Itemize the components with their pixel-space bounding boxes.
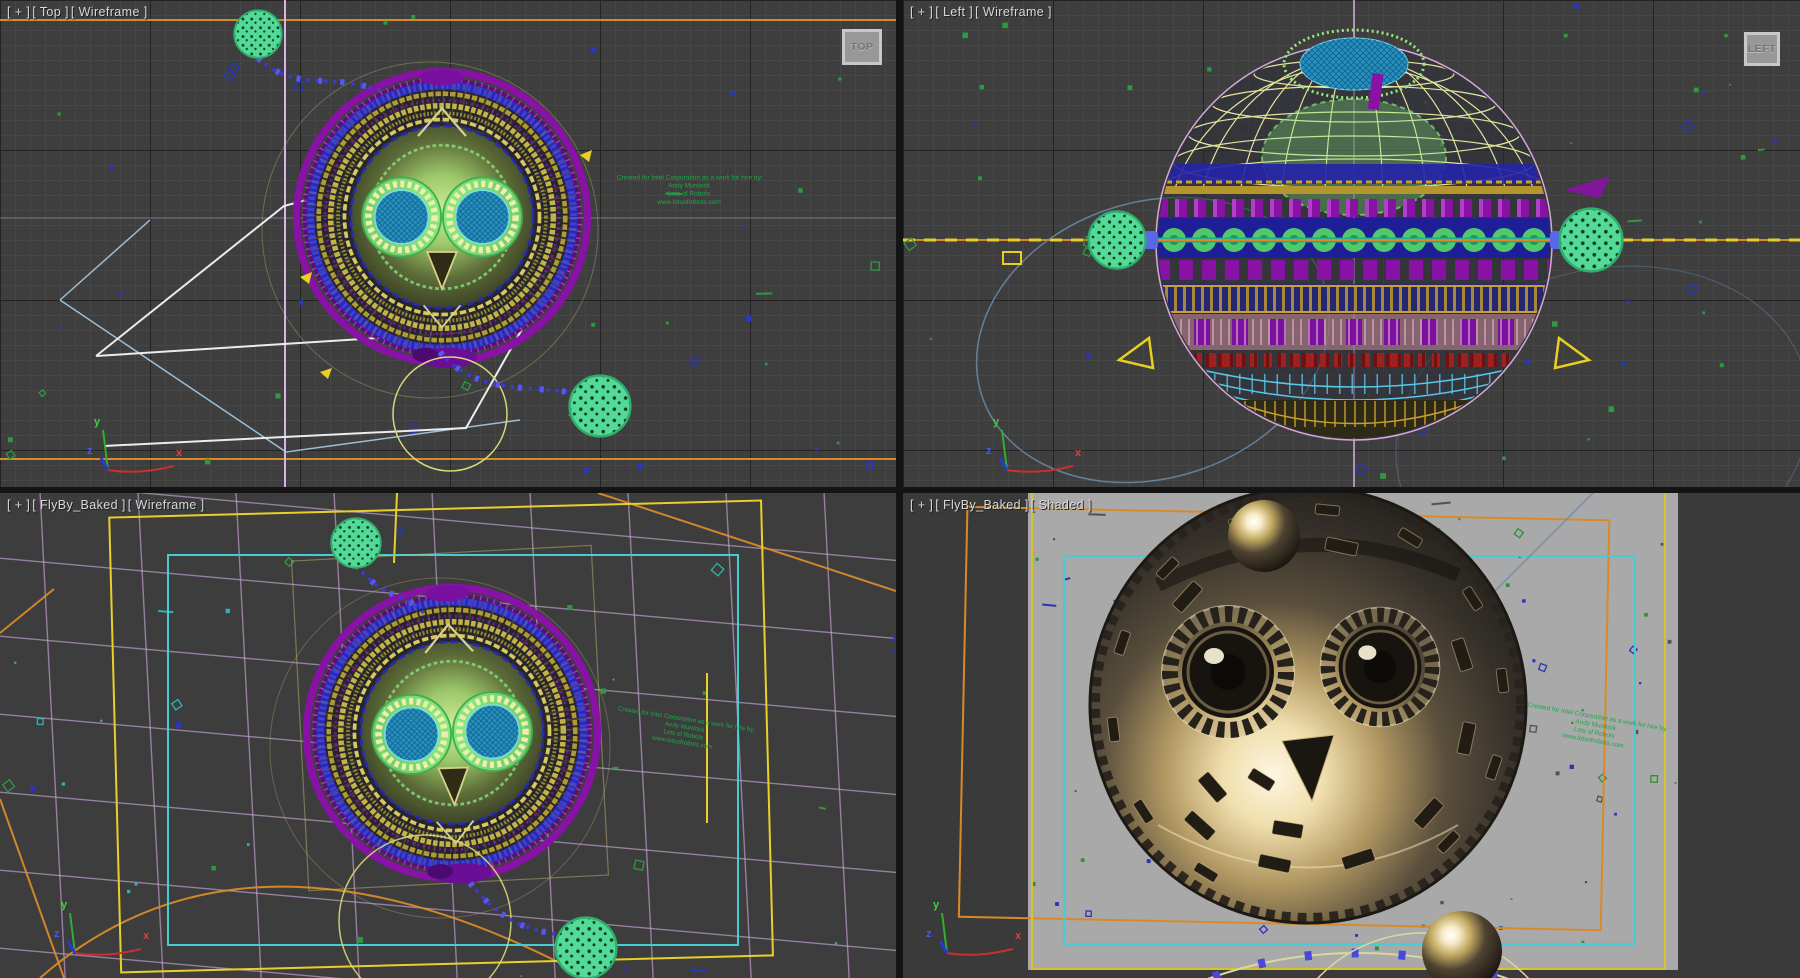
axis-label-z: z: [54, 929, 60, 940]
viewcube-face-label: LEFT: [1748, 43, 1776, 55]
axis-label-x: x: [1015, 931, 1021, 942]
axis-label-x: x: [1075, 448, 1081, 459]
owl-sphere-wireframe: [297, 69, 588, 368]
shiny-ball: [1228, 500, 1300, 572]
scene-left-view: [903, 0, 1800, 487]
world-axis-tripod: y z x: [88, 422, 200, 480]
viewport-grid: [ + ][ Top ][ Wireframe ] TOP Created fo…: [0, 0, 1800, 978]
axis-label-y: y: [993, 417, 999, 428]
owl-sphere-shaded: [1090, 493, 1526, 923]
viewport-menu-shading[interactable]: [ Shaded ]: [1031, 498, 1092, 512]
axis-label-y: y: [933, 900, 939, 911]
viewport-left-wireframe[interactable]: [ + ][ Left ][ Wireframe ] LEFT y z x: [903, 0, 1800, 487]
axis-label-y: y: [94, 417, 100, 428]
axis-tripod-lines: [987, 422, 1099, 480]
world-axis-tripod: y z x: [987, 422, 1099, 480]
viewcube[interactable]: LEFT: [1744, 32, 1780, 66]
green-ball: [570, 376, 631, 437]
axis-tripod-lines: [55, 905, 167, 963]
viewcube-face-label: TOP: [851, 41, 874, 53]
axis-label-y: y: [61, 900, 67, 911]
wireframe-sphere-side: [1119, 30, 1610, 461]
scene-top-view: [0, 0, 896, 487]
viewport-menu-shading[interactable]: [ Wireframe ]: [975, 5, 1052, 19]
axis-label-z: z: [926, 929, 932, 940]
world-axis-tripod: y z x: [927, 905, 1039, 963]
green-ball: [234, 10, 282, 58]
viewport-menu-shading[interactable]: [ Wireframe ]: [71, 5, 148, 19]
axis-label-z: z: [986, 446, 992, 457]
axis-label-z: z: [87, 446, 93, 457]
viewport-top-wireframe[interactable]: [ + ][ Top ][ Wireframe ] TOP Created fo…: [0, 0, 896, 487]
viewport-label: [ + ][ Left ][ Wireframe ]: [910, 5, 1054, 19]
green-ball: [1089, 212, 1146, 269]
green-ball: [331, 518, 380, 567]
viewport-menu-general[interactable]: [ + ]: [910, 498, 933, 512]
viewport-menu-shading[interactable]: [ Wireframe ]: [128, 498, 205, 512]
axis-label-x: x: [176, 448, 182, 459]
viewport-menu-general[interactable]: [ + ]: [7, 498, 30, 512]
viewport-menu-pov[interactable]: [ FlyBy_Baked ]: [935, 498, 1029, 512]
viewport-menu-pov[interactable]: [ FlyBy_Baked ]: [32, 498, 126, 512]
viewport-label: [ + ][ Top ][ Wireframe ]: [7, 5, 150, 19]
scene-credit-text: Created for Intel Corporation as a work …: [617, 174, 761, 207]
viewport-menu-general[interactable]: [ + ]: [910, 5, 933, 19]
world-axis-tripod: y z x: [55, 905, 167, 963]
axis-label-x: x: [143, 931, 149, 942]
axis-tripod-lines: [927, 905, 1039, 963]
viewport-flyby-shaded[interactable]: [ + ][ FlyBy_Baked ][ Shaded ] Created f…: [903, 493, 1800, 978]
viewcube[interactable]: TOP: [842, 29, 882, 65]
path-circle: [393, 357, 507, 471]
viewport-label: [ + ][ FlyBy_Baked ][ Wireframe ]: [7, 498, 206, 512]
axis-tripod-lines: [88, 422, 200, 480]
viewport-label: [ + ][ FlyBy_Baked ][ Shaded ]: [910, 498, 1094, 512]
viewport-menu-general[interactable]: [ + ]: [7, 5, 30, 19]
green-ball: [1560, 209, 1623, 272]
green-ball: [556, 918, 617, 978]
viewport-menu-pov[interactable]: [ Left ]: [935, 5, 973, 19]
viewport-flyby-wireframe[interactable]: [ + ][ FlyBy_Baked ][ Wireframe ] Create…: [0, 493, 896, 978]
viewport-menu-pov[interactable]: [ Top ]: [32, 5, 69, 19]
